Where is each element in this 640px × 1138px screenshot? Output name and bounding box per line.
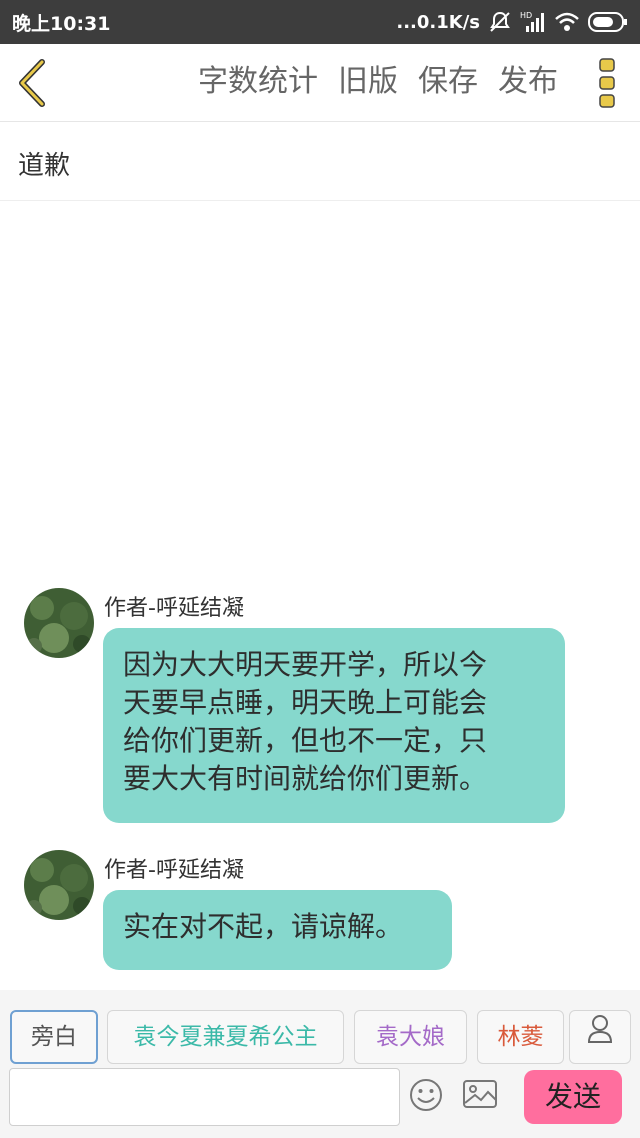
avatar[interactable] xyxy=(24,588,94,658)
send-button[interactable]: 发送 xyxy=(524,1070,622,1124)
image-icon[interactable] xyxy=(462,1078,498,1114)
message-line: 要大大有时间就给你们更新。 xyxy=(123,762,488,795)
character-chip-lin-ling[interactable]: 林菱 xyxy=(477,1010,564,1064)
status-icons: ...0.1K/s HD xyxy=(396,8,628,36)
hd-signal-icon: HD xyxy=(520,10,546,34)
avatar[interactable] xyxy=(24,850,94,920)
word-count-button[interactable]: 字数统计 xyxy=(198,62,318,102)
status-time: 晚上10:31 xyxy=(12,13,111,35)
battery-icon xyxy=(588,11,628,33)
svg-text:HD: HD xyxy=(520,11,532,20)
status-bar: 晚上10:31 ...0.1K/s HD xyxy=(0,0,640,44)
app-screen: 晚上10:31 ...0.1K/s HD 字数统计 旧版 保存 发布 道歉 作者… xyxy=(0,0,640,1138)
add-character-button[interactable] xyxy=(569,1010,631,1064)
smiley-icon[interactable] xyxy=(409,1078,443,1116)
message-bubble[interactable]: 实在对不起，请谅解。 xyxy=(103,890,452,970)
character-chip-yuan-daniang[interactable]: 袁大娘 xyxy=(354,1010,467,1064)
chapter-title-field[interactable]: 道歉 xyxy=(0,123,640,201)
message-line: 实在对不起，请谅解。 xyxy=(123,910,404,943)
character-chip-narrator[interactable]: 旁白 xyxy=(10,1010,98,1064)
top-toolbar: 字数统计 旧版 保存 发布 xyxy=(0,44,640,122)
message-line: 给你们更新，但也不一定，只 xyxy=(123,724,488,757)
old-version-button[interactable]: 旧版 xyxy=(338,62,398,102)
chevron-left-icon[interactable] xyxy=(14,58,54,108)
publish-button[interactable]: 发布 xyxy=(498,62,558,102)
wifi-icon xyxy=(554,11,580,33)
save-button[interactable]: 保存 xyxy=(418,62,478,102)
message-bubble[interactable]: 因为大大明天要开学，所以今 天要早点睡，明天晚上可能会 给你们更新，但也不一定，… xyxy=(103,628,565,823)
message-input[interactable] xyxy=(9,1068,400,1126)
message-line: 因为大大明天要开学，所以今 xyxy=(123,648,488,681)
message-line: 天要早点睡，明天晚上可能会 xyxy=(123,686,488,719)
person-icon xyxy=(587,1011,613,1063)
character-chip-yuan-jinxia[interactable]: 袁今夏兼夏希公主 xyxy=(107,1010,344,1064)
chapter-title: 道歉 xyxy=(18,151,71,181)
composer-panel: 旁白 袁今夏兼夏希公主 袁大娘 林菱 发送 xyxy=(0,990,640,1138)
message-author: 作者-呼延结凝 xyxy=(104,596,244,621)
toolbar-actions: 字数统计 旧版 保存 发布 xyxy=(198,62,558,102)
network-speed: ...0.1K/s xyxy=(396,11,480,33)
more-vertical-icon[interactable] xyxy=(596,56,618,110)
message-author: 作者-呼延结凝 xyxy=(104,858,244,883)
mute-icon xyxy=(488,10,512,34)
